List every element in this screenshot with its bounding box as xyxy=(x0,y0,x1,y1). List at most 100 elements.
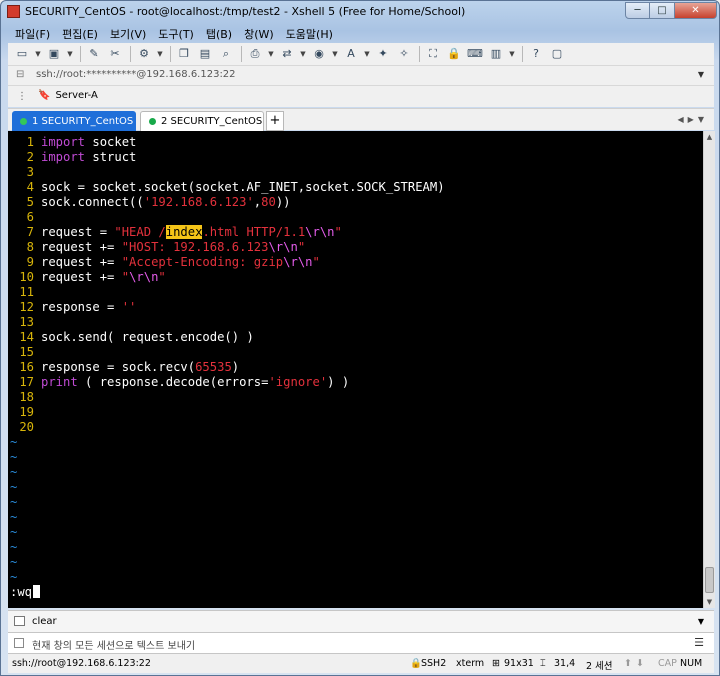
code-line: 10 request += "\r\n" xyxy=(8,270,165,285)
chat-icon[interactable]: ▢ xyxy=(549,46,565,62)
connected-dot-icon xyxy=(20,117,27,125)
code-line: 2 import struct xyxy=(8,150,137,165)
code-token: " xyxy=(334,225,342,239)
code-line: 9 request += "Accept-Encoding: gzip\r\n" xyxy=(8,255,320,270)
reconnect-icon[interactable]: ✎ xyxy=(86,46,102,62)
code-token: import xyxy=(41,150,86,164)
code-token: ( response.decode(errors= xyxy=(77,375,269,389)
menu-edit[interactable]: 편집(E) xyxy=(56,23,104,43)
line-number: 20 xyxy=(19,420,34,434)
line-number: 16 xyxy=(19,360,34,374)
chevron-down-icon[interactable]: ▼ xyxy=(35,46,41,62)
xftp-icon[interactable]: ✦ xyxy=(375,46,391,62)
address-value[interactable]: ssh://root:**********@192.168.6.123:22 xyxy=(36,69,236,80)
menu-window[interactable]: 창(W) xyxy=(238,23,280,43)
chevron-down-icon[interactable]: ▼ xyxy=(698,70,704,79)
server-link[interactable]: 🔖 Server-A xyxy=(38,90,98,101)
menu-tab[interactable]: 탭(B) xyxy=(200,23,238,43)
menu-view[interactable]: 보기(V) xyxy=(104,23,152,43)
address-bar[interactable]: ⊟ ssh://root:**********@192.168.6.123:22… xyxy=(8,65,714,85)
send-input[interactable]: 현재 창의 모든 세션으로 텍스트 보내기 xyxy=(32,637,195,652)
tab-scroll-arrows[interactable]: ◀▶▼ xyxy=(678,115,708,124)
menu-tools[interactable]: 도구(T) xyxy=(152,23,200,43)
code-token: '' xyxy=(121,300,137,314)
line-number: 13 xyxy=(19,315,34,329)
compose-bar[interactable]: clear ▼ xyxy=(8,610,714,632)
code-line: 20 xyxy=(8,420,41,435)
code-token: socket xyxy=(85,135,137,149)
code-token: 'ignore' xyxy=(268,375,328,389)
properties-icon[interactable]: ⚙ xyxy=(136,46,152,62)
toolbar-divider xyxy=(522,46,523,62)
transfer-icon[interactable]: ⇄ xyxy=(279,46,295,62)
code-token: sock.connect(( xyxy=(41,195,144,209)
code-token: 65535 xyxy=(195,360,232,374)
chevron-down-icon[interactable]: ▼ xyxy=(268,46,274,62)
line-number: 12 xyxy=(19,300,34,314)
xmanager-icon[interactable]: ✧ xyxy=(396,46,412,62)
open-folder-icon[interactable]: ▣ xyxy=(46,46,62,62)
title-bar: SECURITY_CentOS - root@localhost:/tmp/te… xyxy=(1,1,719,23)
size-icon: ⊞ xyxy=(492,658,500,669)
lock-icon[interactable]: 🔒 xyxy=(446,46,462,62)
scroll-up-icon[interactable]: ▲ xyxy=(704,131,715,143)
script-icon[interactable]: ▥ xyxy=(488,46,504,62)
chevron-down-icon[interactable]: ▼ xyxy=(698,617,704,626)
globe-icon[interactable]: ◉ xyxy=(311,46,327,62)
vim-command-line[interactable]: :wq xyxy=(10,585,41,600)
chevron-down-icon[interactable]: ▼ xyxy=(67,46,73,62)
line-number: 19 xyxy=(19,405,34,419)
add-tab-button[interactable]: + xyxy=(266,111,284,131)
fullscreen-icon[interactable]: ⛶ xyxy=(425,46,441,62)
help-icon[interactable]: ? xyxy=(528,46,544,62)
tab-session-2[interactable]: 2 SECURITY_CentOS xyxy=(140,111,264,131)
send-bar[interactable]: 현재 창의 모든 세션으로 텍스트 보내기 ☰ xyxy=(8,632,714,653)
disconnect-icon[interactable]: ✂ xyxy=(107,46,123,62)
line-number: 14 xyxy=(19,330,34,344)
code-line: 7 request = "HEAD /index.html HTTP/1.1\r\… xyxy=(8,225,342,240)
menu-icon[interactable]: ☰ xyxy=(694,636,704,649)
maximize-button[interactable]: □ xyxy=(650,2,675,19)
cursor-icon: ⌶ xyxy=(540,658,546,669)
code-line: 15 xyxy=(8,345,41,360)
links-bar-handle[interactable]: ⋮ xyxy=(17,91,27,103)
font-icon[interactable]: A xyxy=(343,46,359,62)
keyboard-icon[interactable]: ⌨ xyxy=(467,46,483,62)
menu-help[interactable]: 도움말(H) xyxy=(280,23,339,43)
send-checkbox[interactable] xyxy=(14,638,24,648)
minimize-button[interactable]: ─ xyxy=(625,2,650,19)
chevron-down-icon[interactable]: ▼ xyxy=(300,46,306,62)
code-token: \r\n xyxy=(129,270,159,284)
code-token: request += xyxy=(41,255,122,269)
code-token: ) ) xyxy=(327,375,350,389)
chevron-down-icon[interactable]: ▼ xyxy=(332,46,338,62)
chevron-down-icon[interactable]: ▼ xyxy=(509,46,515,62)
chevron-down-icon[interactable]: ▼ xyxy=(364,46,370,62)
scrollbar-thumb[interactable] xyxy=(705,567,714,593)
tab-session-1[interactable]: 1 SECURITY_CentOS xyxy=(12,111,136,131)
empty-line-marker: ~ xyxy=(10,495,18,509)
terminal-scrollbar[interactable]: ▲ ▼ xyxy=(703,131,715,608)
paste-icon[interactable]: ▤ xyxy=(197,46,213,62)
code-token: " xyxy=(121,270,130,284)
status-sessions: 2 세션 xyxy=(586,661,613,672)
scroll-down-icon[interactable]: ▼ xyxy=(704,596,715,608)
upload-icon: ⬆ xyxy=(624,658,632,669)
tab-bar: 1 SECURITY_CentOS 2 SECURITY_CentOS + ◀▶… xyxy=(8,108,714,131)
terminal-area[interactable]: 1 import socket 2 import struct 3 4 sock = soc… xyxy=(8,131,703,608)
close-button[interactable]: ✕ xyxy=(675,2,717,19)
line-number: 15 xyxy=(19,345,34,359)
copy-icon[interactable]: ❐ xyxy=(176,46,192,62)
status-cap: CAP xyxy=(658,658,677,669)
code-line: 17 print ( response.decode(errors='ignore… xyxy=(8,375,349,390)
link-icon: ⊟ xyxy=(16,69,25,80)
find-icon[interactable]: ⌕ xyxy=(218,46,234,62)
print-icon[interactable]: ⎙ xyxy=(247,46,263,62)
new-session-icon[interactable]: ▭ xyxy=(14,46,30,62)
chevron-down-icon[interactable]: ▼ xyxy=(157,46,163,62)
menu-file[interactable]: 파일(F) xyxy=(9,23,56,43)
code-line: 11 xyxy=(8,285,41,300)
code-line: 4 sock = socket.socket(socket.AF_INET,soc… xyxy=(8,180,445,195)
compose-input[interactable]: clear xyxy=(32,616,57,627)
compose-icon xyxy=(14,616,25,626)
